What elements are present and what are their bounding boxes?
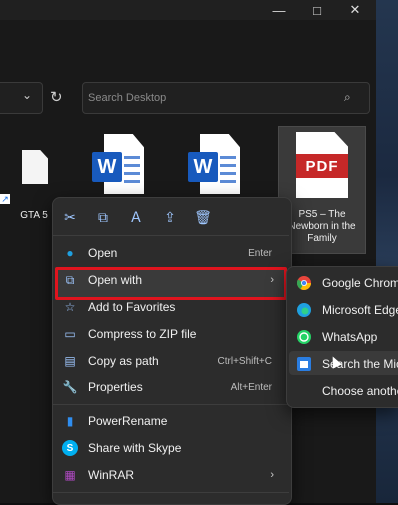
edge-icon (296, 302, 312, 318)
blank-icon (296, 383, 312, 399)
menu-item-label: Open with (88, 273, 143, 287)
menu-item-label: WinRAR (88, 468, 135, 482)
file-item-word-2[interactable]: W (188, 134, 240, 196)
divider (53, 492, 289, 493)
file-label: GTA 5 (20, 210, 48, 221)
winrar-icon: ▦ (64, 468, 76, 482)
menu-item-label: Properties (88, 380, 143, 394)
menu-item-label: Compress to ZIP file (88, 327, 197, 341)
menu-item-copy-as-path[interactable]: ▤ Copy as path Ctrl+Shift+C (56, 348, 286, 374)
cut-icon[interactable]: ✂ (58, 205, 82, 229)
submenu-item-choose-another[interactable]: Choose another app (290, 379, 398, 403)
chrome-icon (296, 275, 312, 291)
menu-item-label: PowerRename (88, 414, 168, 428)
menu-item-open[interactable]: ● Open Enter (56, 240, 286, 266)
submenu-item-label: Google Chrome (322, 276, 398, 290)
store-icon (296, 356, 312, 372)
file-item-word-1[interactable]: W (92, 134, 144, 196)
shortcut-arrow-icon: ↗ (0, 194, 10, 204)
desktop-background (376, 0, 398, 503)
pdf-document-icon: PDF (296, 132, 348, 198)
powerrename-icon: ▮ (66, 414, 74, 428)
delete-icon[interactable]: 🗑 (191, 205, 215, 229)
whatsapp-icon (296, 329, 312, 345)
menu-item-label: Open (88, 246, 118, 260)
wrench-icon: 🔧 (62, 380, 78, 394)
menu-item-winrar[interactable]: ▦ WinRAR › (56, 462, 286, 488)
chevron-right-icon: › (270, 469, 274, 481)
submenu-item-label: Microsoft Edge (322, 303, 398, 317)
star-icon: ☆ (64, 300, 76, 314)
submenu-item-chrome[interactable]: Google Chrome (290, 271, 398, 295)
menu-item-label: Add to Favorites (88, 300, 176, 314)
copy-icon[interactable]: ⧉ (91, 205, 115, 229)
submenu-item-label: Choose another app (322, 384, 398, 398)
file-icon (22, 150, 48, 184)
search-placeholder: Search Desktop (88, 92, 167, 104)
refresh-icon[interactable]: ↻ (50, 88, 63, 106)
copy-path-icon: ▤ (64, 354, 76, 368)
word-document-icon: W (92, 134, 144, 196)
word-document-icon: W (188, 134, 240, 196)
maximize-button[interactable]: □ (302, 0, 332, 20)
menu-item-label: Copy as path (88, 354, 159, 368)
search-icon[interactable]: ⌕ (344, 90, 351, 105)
menu-item-shortcut: Ctrl+Shift+C (217, 355, 272, 367)
zip-icon: ▭ (64, 327, 76, 341)
rename-icon[interactable]: Ａ (124, 205, 148, 229)
open-with-icon: ⧉ (65, 272, 75, 287)
submenu-item-edge[interactable]: Microsoft Edge (290, 298, 398, 322)
divider (53, 235, 289, 236)
pdf-file: PDF (296, 132, 348, 198)
menu-item-properties[interactable]: 🔧 Properties Alt+Enter (56, 374, 286, 400)
divider (53, 404, 289, 405)
menu-item-shortcut: Enter (248, 247, 272, 259)
menu-item-share-skype[interactable]: S Share with Skype (56, 435, 286, 461)
skype-icon: S (62, 440, 78, 456)
chevron-down-icon[interactable]: ⌄ (22, 88, 32, 102)
menu-item-open-with[interactable]: ⧉ Open with › (56, 267, 286, 293)
menu-item-compress-zip[interactable]: ▭ Compress to ZIP file (56, 321, 286, 347)
submenu-item-whatsapp[interactable]: WhatsApp (290, 325, 398, 349)
menu-item-shortcut: Alt+Enter (230, 381, 272, 393)
menu-item-add-to-favorites[interactable]: ☆ Add to Favorites (56, 294, 286, 320)
edge-icon: ● (66, 246, 74, 260)
chevron-right-icon: › (270, 274, 274, 286)
share-icon[interactable]: ⇪ (158, 205, 182, 229)
menu-item-powerrename[interactable]: ▮ PowerRename (56, 408, 286, 434)
minimize-button[interactable]: — (264, 0, 294, 20)
submenu-item-label: WhatsApp (322, 330, 378, 344)
submenu-item-store[interactable]: Search the Microsoft Store (290, 352, 398, 376)
file-label: PS5 – The Newborn in the Family (288, 209, 356, 244)
close-button[interactable]: ✕ (340, 0, 370, 20)
menu-item-label: Share with Skype (88, 441, 182, 455)
